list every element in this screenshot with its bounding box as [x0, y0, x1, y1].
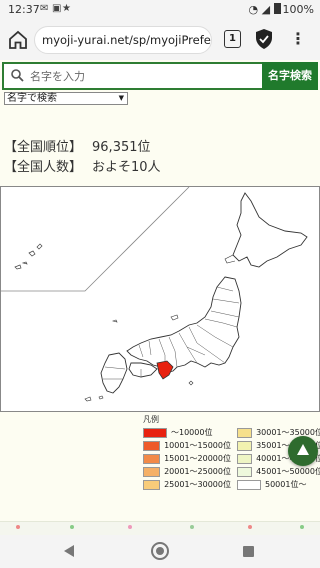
search-icon [11, 69, 24, 82]
legend-label: 15001～20000位 [164, 454, 231, 463]
japan-map [0, 186, 320, 412]
legend-label: 20001～25000位 [164, 467, 231, 476]
legend-title: 凡例 [143, 415, 159, 424]
legend-item: 10001～15000位 [143, 440, 231, 451]
search-mode-value: 名字で検索 [7, 93, 57, 104]
home-icon[interactable] [6, 28, 30, 52]
back-icon[interactable] [64, 545, 74, 557]
system-navigation-bar [0, 535, 320, 568]
national-population-value: およそ10人 [92, 160, 161, 175]
mail-icon: ✉ [40, 3, 49, 14]
kyushu [100, 352, 128, 394]
scroll-to-top-button[interactable] [288, 436, 318, 466]
legend-swatch [143, 466, 161, 477]
legend-label: 45001～50000位 [256, 467, 320, 476]
decorative-strip [0, 521, 320, 535]
legend-item: 20001～25000位 [143, 466, 231, 477]
national-population-label: 【全国人数】 [4, 160, 83, 175]
legend-swatch [143, 453, 161, 464]
signal-icon: ◢ [261, 3, 271, 16]
legend-label: 50001位～ [265, 480, 307, 489]
okinawa-islands [14, 243, 43, 270]
surname-search-input[interactable] [30, 66, 260, 86]
national-rank-value: 96,351位 [92, 140, 151, 155]
browser-toolbar: myoji-yurai.net/sp/myojiPrefecture 1 ⋮ [0, 20, 320, 60]
legend-swatch [143, 479, 161, 490]
wifi-icon: ◔ [248, 3, 259, 16]
legend-swatch [143, 440, 161, 451]
recent-apps-icon[interactable] [243, 546, 254, 557]
legend-swatch [237, 453, 253, 464]
legend-item: 50001位～ [237, 479, 320, 490]
image-icon: ▣ [52, 3, 62, 14]
legend-label: ～10000位 [171, 428, 213, 437]
legend-item: 45001～50000位 [237, 466, 320, 477]
legend-swatch [237, 440, 253, 451]
national-population: 【全国人数】 およそ10人 [4, 156, 161, 175]
home-circle-icon[interactable] [151, 542, 169, 560]
legend-item: 25001～30000位 [143, 479, 231, 490]
japan-map-svg [1, 186, 308, 402]
legend-swatch [237, 466, 253, 477]
honshu [126, 276, 242, 374]
national-rank: 【全国順位】 96,351位 [4, 136, 151, 155]
legend-item: 15001～20000位 [143, 453, 231, 464]
search-mode-select[interactable]: 名字で検索 ▼ [4, 92, 128, 105]
legend-label: 10001～15000位 [164, 441, 231, 450]
search-form: 名字検索 [2, 62, 318, 90]
dropdown-arrow-icon: ▼ [118, 94, 124, 102]
battery-level: 100% [282, 3, 314, 16]
legend-label: 30001～35000位 [256, 428, 320, 437]
url-text: myoji-yurai.net/sp/myojiPrefecture [42, 33, 211, 47]
tab-switcher-button[interactable]: 1 [224, 30, 241, 48]
overflow-menu-icon[interactable]: ⋮ [290, 29, 306, 51]
hokkaido [232, 192, 308, 268]
status-bar: 12:37 ✉ ▣ ★ ◔ ◢ 100% [0, 0, 320, 20]
status-time: 12:37 [8, 3, 40, 16]
star-icon: ★ [62, 3, 71, 14]
url-bar[interactable]: myoji-yurai.net/sp/myojiPrefecture [34, 26, 212, 54]
legend-item: ～10000位 [143, 427, 231, 438]
national-rank-label: 【全国順位】 [4, 140, 83, 155]
legend-label: 25001～30000位 [164, 480, 231, 489]
okinawa-inset-border [1, 186, 190, 292]
surname-search-button[interactable]: 名字検索 [262, 62, 318, 90]
legend-swatch [237, 479, 261, 490]
battery-icon [273, 3, 281, 14]
status-right: ◔ ◢ 100% [248, 3, 314, 16]
legend-swatch [143, 427, 167, 438]
shield-icon[interactable] [254, 28, 274, 50]
legend-swatch [237, 427, 253, 438]
